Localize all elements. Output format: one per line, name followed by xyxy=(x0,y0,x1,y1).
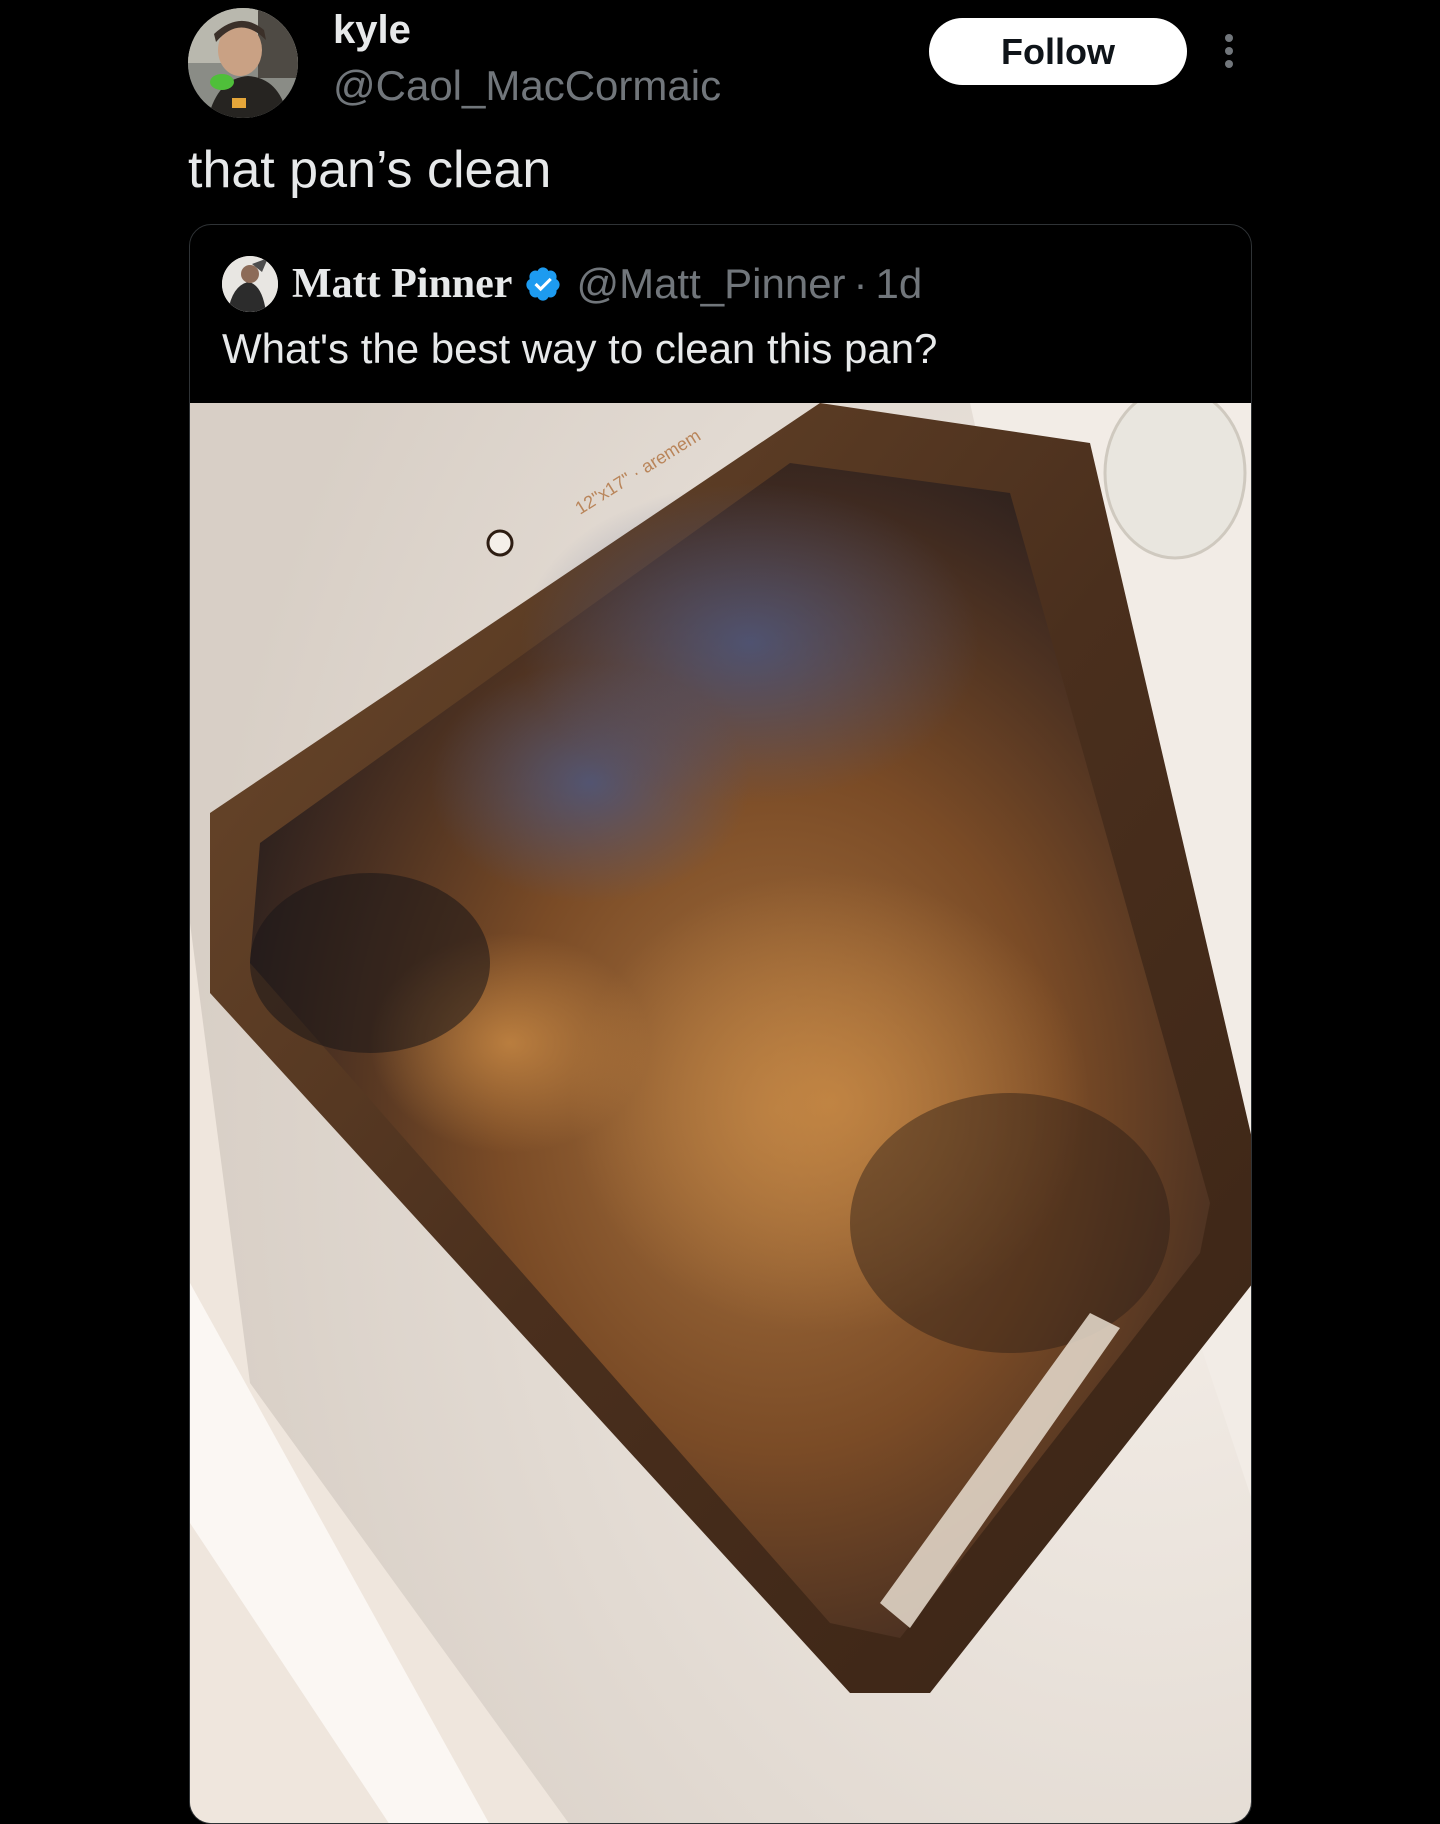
quoted-post-header: Matt Pinner @Matt_Pinner · 1d xyxy=(222,255,922,313)
quoted-post-card[interactable]: Matt Pinner @Matt_Pinner · 1d What's the… xyxy=(189,224,1252,1824)
post: kyle @Caol_MacCormaic Follow that pan’s … xyxy=(0,0,1440,1824)
more-vertical-icon[interactable] xyxy=(1214,28,1244,74)
follow-button[interactable]: Follow xyxy=(929,18,1187,85)
quoted-post-timestamp[interactable]: 1d xyxy=(876,260,923,308)
author-handle[interactable]: @Caol_MacCormaic xyxy=(333,62,721,110)
author-name[interactable]: kyle xyxy=(333,8,411,53)
quoted-post-image[interactable]: 12"x17" · aremem xyxy=(190,403,1252,1824)
verified-badge-icon xyxy=(526,267,561,301)
quoted-author-name[interactable]: Matt Pinner xyxy=(292,260,512,308)
quoted-author-handle[interactable]: @Matt_Pinner xyxy=(576,260,845,308)
post-text: that pan’s clean xyxy=(188,141,552,199)
separator-dot: · xyxy=(853,260,868,307)
author-avatar[interactable] xyxy=(188,8,298,118)
quoted-author-avatar[interactable] xyxy=(222,256,278,312)
quoted-post-text: What's the best way to clean this pan? xyxy=(222,325,938,372)
